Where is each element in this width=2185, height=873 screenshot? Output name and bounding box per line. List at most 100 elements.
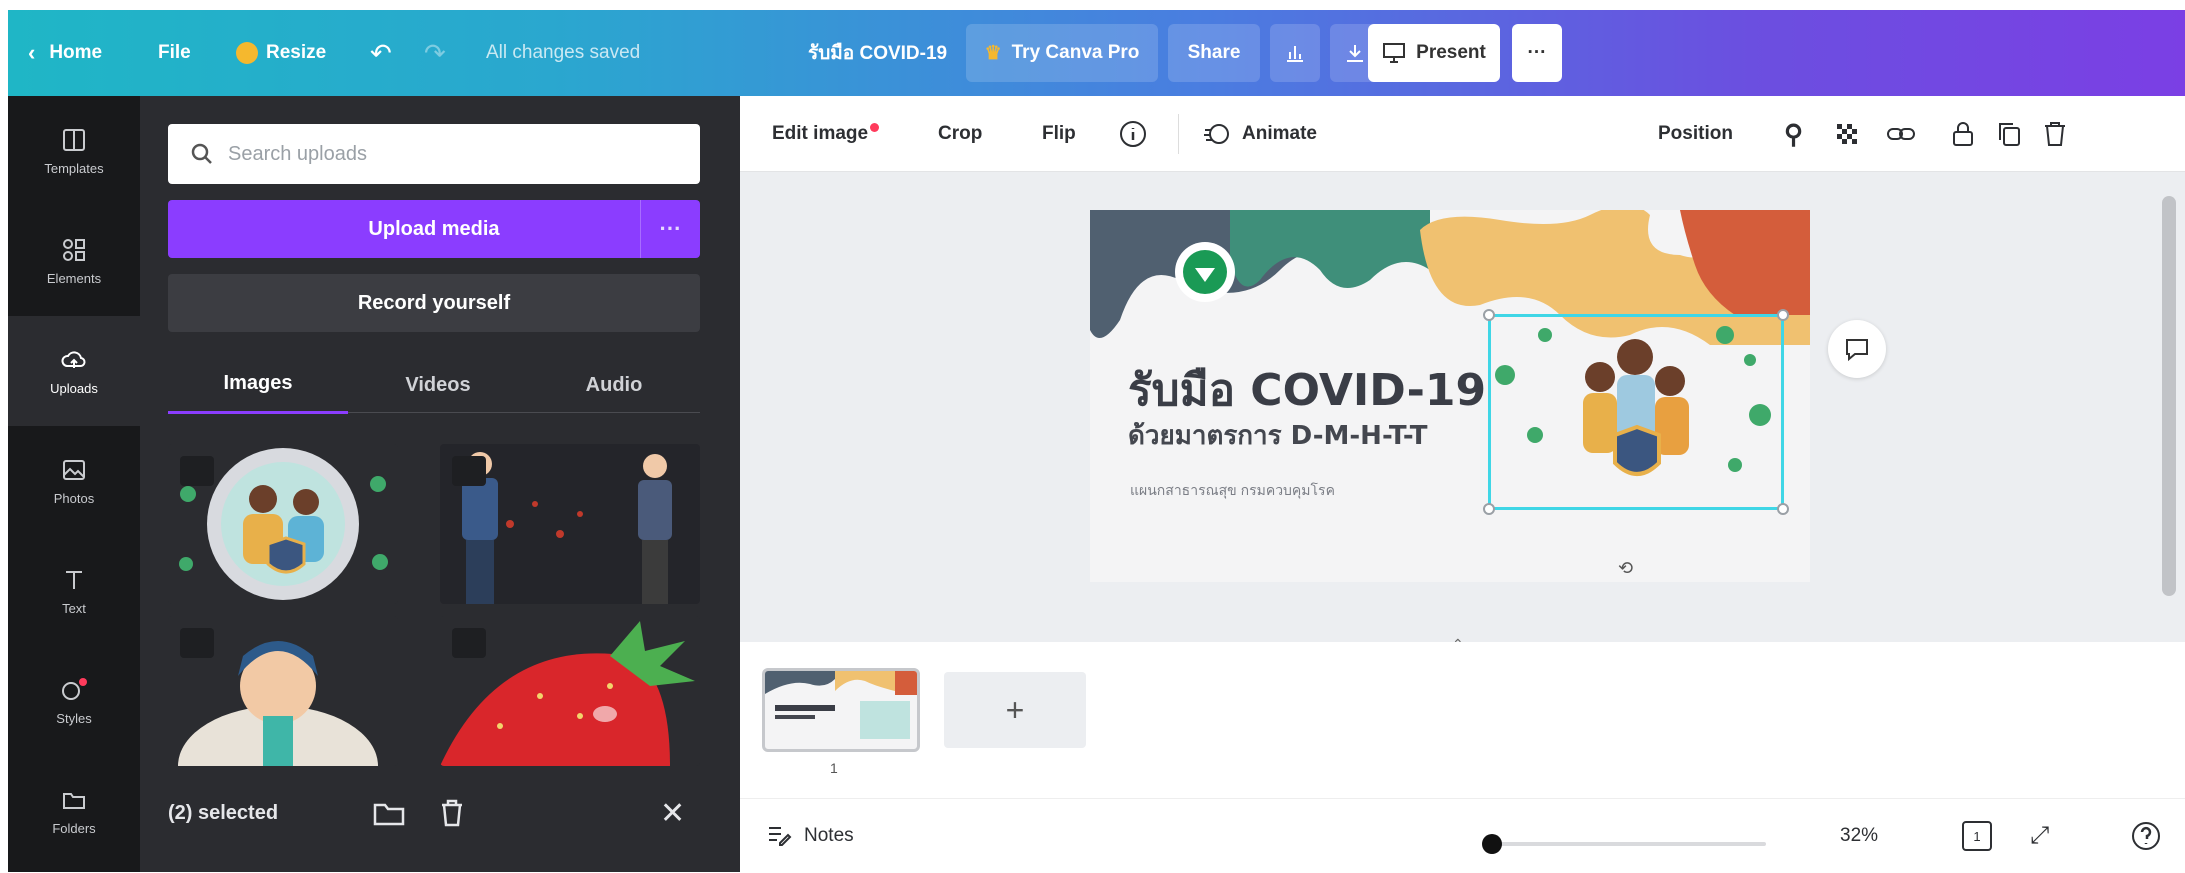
zoom-slider[interactable]	[1481, 834, 1766, 854]
editor-toolbar: Edit image Crop Flip Animate Position ⚲	[740, 96, 2185, 172]
tab-videos[interactable]: Videos	[348, 356, 528, 414]
crop-label: Crop	[938, 123, 983, 144]
crop-button[interactable]: Crop	[938, 96, 982, 172]
rail-item-styles[interactable]: Styles	[8, 646, 140, 756]
padlock-icon	[1953, 122, 1973, 146]
rail-item-uploads[interactable]: Uploads	[8, 316, 140, 426]
record-yourself-button[interactable]: Record yourself	[168, 274, 700, 332]
resize-handle-br[interactable]	[1777, 503, 1789, 515]
page-grid-icon: 1	[1962, 821, 1992, 851]
tab-images[interactable]: Images	[168, 356, 348, 414]
animate-label: Animate	[1242, 123, 1317, 144]
rail-item-text[interactable]: Text	[8, 536, 140, 646]
insights-button[interactable]	[1270, 24, 1320, 82]
rail-label-folders: Folders	[52, 820, 96, 836]
undo-icon[interactable]: ↶	[370, 10, 392, 96]
try-pro-button[interactable]: ♛ Try Canva Pro	[966, 24, 1158, 82]
animate-icon	[1204, 124, 1229, 144]
upload-media-label: Upload media	[368, 217, 500, 240]
upload-more-button[interactable]: ···	[640, 200, 700, 258]
upload-image-sick-person[interactable]	[168, 616, 398, 766]
image-checkbox[interactable]	[180, 456, 214, 486]
rotate-icon[interactable]: ⟲	[1618, 558, 1633, 579]
resize-label: Resize	[266, 42, 327, 63]
home-label: Home	[49, 42, 103, 63]
link-icon[interactable]	[1886, 96, 1916, 172]
present-icon	[1383, 43, 1406, 63]
zoom-value[interactable]: 32%	[1840, 799, 1878, 873]
upload-image-people-distance[interactable]	[440, 444, 700, 604]
media-tabs: Images Videos Audio	[168, 356, 700, 414]
help-button[interactable]	[2130, 799, 2162, 873]
tab-audio[interactable]: Audio	[528, 356, 700, 414]
home-button[interactable]: ‹ Home	[28, 10, 102, 96]
vertical-scrollbar[interactable]	[2162, 196, 2176, 596]
design-caption[interactable]: แผนกสาธารณสุข กรมควบคุมโรค	[1130, 480, 1335, 502]
trash-icon[interactable]	[438, 798, 466, 828]
chevron-left-icon: ‹	[28, 40, 36, 65]
resize-button[interactable]: Resize	[236, 10, 326, 96]
upload-media-button[interactable]: Upload media ···	[168, 200, 700, 258]
rail-item-folders[interactable]: Folders	[8, 756, 140, 866]
position-button[interactable]: Position	[1658, 96, 1733, 172]
text-icon	[66, 570, 82, 589]
record-yourself-label: Record yourself	[357, 291, 511, 314]
rail-item-photos[interactable]: Photos	[8, 426, 140, 536]
fullscreen-icon[interactable]: ⤢	[2030, 799, 2049, 873]
file-menu-button[interactable]: File	[158, 10, 191, 96]
resize-handle-tr[interactable]	[1777, 309, 1789, 321]
notes-button[interactable]: Notes	[766, 799, 854, 873]
close-icon[interactable]: ✕	[660, 796, 685, 831]
zoom-label: 32%	[1840, 825, 1879, 846]
image-checkbox[interactable]	[180, 628, 214, 658]
add-page-button[interactable]: +	[944, 672, 1086, 748]
more-label: ···	[1527, 42, 1547, 63]
duplicate-icon[interactable]	[1996, 96, 2022, 172]
lock-icon[interactable]	[1950, 96, 1976, 172]
photos-icon	[63, 459, 85, 480]
checker-icon	[1837, 124, 1857, 144]
info-icon[interactable]	[1118, 96, 1148, 172]
upload-image-strawberry[interactable]	[440, 616, 700, 766]
animate-button[interactable]: Animate	[1202, 96, 1317, 172]
more-options-button[interactable]: ···	[1512, 24, 1562, 82]
flip-button[interactable]: Flip	[1042, 96, 1076, 172]
share-label: Share	[1187, 42, 1241, 63]
present-button[interactable]: Present	[1368, 24, 1500, 82]
comment-button[interactable]	[1828, 320, 1886, 378]
document-title[interactable]: รับมือ COVID-19	[808, 10, 947, 96]
rail-item-templates[interactable]: Templates	[8, 96, 140, 206]
info-circle-icon	[1120, 121, 1146, 147]
image-checkbox[interactable]	[452, 456, 486, 486]
transparency-icon[interactable]	[1834, 96, 1860, 172]
share-button[interactable]: Share	[1168, 24, 1260, 82]
page-thumbnail[interactable]	[762, 668, 920, 752]
rail-label-uploads: Uploads	[50, 380, 98, 396]
uploads-icon	[61, 350, 86, 368]
image-checkbox[interactable]	[452, 628, 486, 658]
rail-item-elements[interactable]: Elements	[8, 206, 140, 316]
styles-icon	[62, 677, 87, 700]
selection-box[interactable]	[1483, 309, 1789, 515]
page-grid-button[interactable]: 1	[1962, 799, 1992, 873]
copy-style-icon[interactable]: ⚲	[1784, 96, 1803, 172]
upload-image-covid-family[interactable]	[168, 444, 398, 604]
try-pro-label: Try Canva Pro	[1011, 42, 1140, 63]
page-count-label: 1	[1973, 828, 1981, 844]
design-subtitle[interactable]: ด้วยมาตรการ D-M-H-T-T	[1128, 415, 1428, 456]
delete-icon[interactable]	[2042, 96, 2068, 172]
folder-icon[interactable]	[372, 798, 406, 828]
search-uploads-input[interactable]: Search uploads	[168, 124, 700, 184]
redo-icon[interactable]: ↷	[424, 10, 446, 96]
resize-handle-bl[interactable]	[1483, 503, 1495, 515]
rail-label-text: Text	[62, 600, 86, 616]
resize-handle-tl[interactable]	[1483, 309, 1495, 321]
zoom-slider-knob[interactable]	[1481, 834, 1502, 854]
flip-label: Flip	[1042, 123, 1076, 144]
trash-icon	[2045, 122, 2065, 146]
position-label: Position	[1658, 123, 1733, 144]
help-icon	[2132, 822, 2160, 850]
edit-image-button[interactable]: Edit image	[772, 96, 880, 172]
chart-icon	[1287, 46, 1303, 62]
notes-label: Notes	[804, 825, 854, 846]
